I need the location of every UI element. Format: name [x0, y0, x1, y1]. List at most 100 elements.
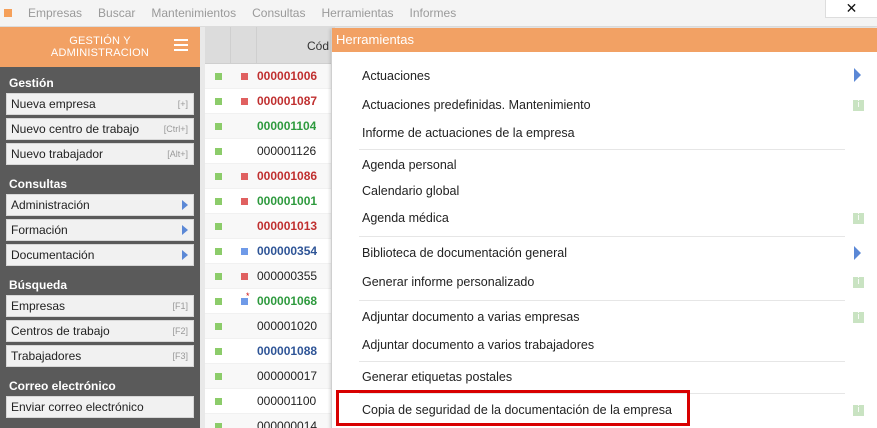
menu-item-generar-informe[interactable]: Generar informe personalizado — [362, 275, 534, 289]
sidebar-item-nuevo-centro[interactable]: Nuevo centro de trabajo [Ctrl+] — [6, 118, 194, 140]
sidebar-item-label: Documentación — [11, 248, 95, 262]
sidebar-item-buscar-centros[interactable]: Centros de trabajo [F2] — [6, 320, 194, 342]
column-header-status[interactable] — [205, 27, 231, 63]
chevron-right-icon — [182, 200, 188, 210]
info-icon[interactable]: i — [853, 312, 864, 323]
divider — [359, 300, 845, 301]
submenu-arrow-icon — [854, 68, 861, 82]
status-square-icon — [214, 397, 222, 405]
table-row[interactable]: 000000014 — [205, 414, 335, 428]
flag-square-icon — [240, 97, 248, 105]
menu-item-adjuntar-empresas[interactable]: Adjuntar documento a varias empresas — [362, 310, 579, 324]
table-row[interactable]: 000001088 — [205, 339, 335, 364]
menu-item-etiquetas-postales[interactable]: Generar etiquetas postales — [362, 370, 512, 384]
menu-mantenimientos[interactable]: Mantenimientos — [151, 6, 236, 20]
table-row[interactable]: 000001001 — [205, 189, 335, 214]
divider — [359, 149, 845, 150]
sidebar-item-administracion[interactable]: Administración — [6, 194, 194, 216]
status-square-icon — [214, 322, 222, 330]
column-header-code[interactable]: Cód — [257, 27, 335, 63]
flag-cell — [231, 72, 257, 80]
status-square-icon — [214, 422, 222, 428]
sidebar-item-buscar-empresas[interactable]: Empresas [F1] — [6, 295, 194, 317]
dropdown-title: Herramientas — [332, 28, 877, 52]
status-cell — [205, 347, 231, 355]
status-square-icon — [214, 122, 222, 130]
sidebar-item-label: Centros de trabajo — [11, 324, 110, 338]
company-code: 000001086 — [257, 169, 318, 183]
table-row[interactable]: 000001013 — [205, 214, 335, 239]
info-icon[interactable]: i — [853, 277, 864, 288]
submenu-arrow-icon — [854, 246, 861, 260]
table-row[interactable]: 000000355 — [205, 264, 335, 289]
menu-item-agenda-medica[interactable]: Agenda médica — [362, 211, 449, 225]
menu-item-agenda-personal[interactable]: Agenda personal — [362, 158, 457, 172]
info-icon[interactable]: i — [853, 100, 864, 111]
info-icon[interactable]: i — [853, 213, 864, 224]
menu-item-actuaciones[interactable]: Actuaciones — [362, 69, 430, 83]
menu-herramientas[interactable]: Herramientas — [321, 6, 393, 20]
sidebar-item-formacion[interactable]: Formación — [6, 219, 194, 241]
company-code: 000001013 — [257, 219, 318, 233]
shortcut-hint: [F1] — [172, 301, 188, 311]
menu-informes[interactable]: Informes — [410, 6, 457, 20]
table-row[interactable]: 000001086 — [205, 164, 335, 189]
close-icon[interactable]: ✕ — [825, 0, 877, 18]
column-header-flag[interactable] — [231, 27, 257, 63]
table-row[interactable]: 000000354 — [205, 239, 335, 264]
table-row[interactable]: 000001006 — [205, 64, 335, 89]
menu-buscar[interactable]: Buscar — [98, 6, 135, 20]
menu-item-informe-actuaciones[interactable]: Informe de actuaciones de la empresa — [362, 126, 575, 140]
sidebar-item-label: Nuevo centro de trabajo — [11, 122, 140, 136]
menu-consultas[interactable]: Consultas — [252, 6, 305, 20]
table-row[interactable]: 000001020 — [205, 314, 335, 339]
table-header: Cód — [205, 27, 335, 64]
status-square-icon — [214, 347, 222, 355]
section-correo: Correo electrónico — [9, 379, 116, 393]
flag-square-icon — [240, 197, 248, 205]
status-square-icon — [214, 372, 222, 380]
hamburger-menu-icon[interactable] — [174, 39, 188, 51]
table-row[interactable]: 000001126 — [205, 139, 335, 164]
status-square-icon — [214, 97, 222, 105]
status-cell — [205, 397, 231, 405]
sidebar-item-label: Enviar correo electrónico — [11, 400, 144, 414]
company-code: 000001006 — [257, 69, 318, 83]
table-row[interactable]: 000001104 — [205, 114, 335, 139]
chevron-right-icon — [182, 225, 188, 235]
section-busqueda: Búsqueda — [9, 278, 68, 292]
flag-cell — [231, 272, 257, 280]
sidebar-item-buscar-trabajadores[interactable]: Trabajadores [F3] — [6, 345, 194, 367]
table-row[interactable]: * 000001068 — [205, 289, 335, 314]
menu-item-biblioteca-documentacion[interactable]: Biblioteca de documentación general — [362, 246, 567, 260]
status-cell — [205, 147, 231, 155]
sidebar-item-nueva-empresa[interactable]: Nueva empresa [+] — [6, 93, 194, 115]
menu-empresas[interactable]: Empresas — [28, 6, 82, 20]
status-cell — [205, 172, 231, 180]
table-row[interactable]: 000000017 — [205, 364, 335, 389]
sidebar-title-line2: ADMINISTRACION — [50, 47, 150, 59]
company-code: 000001088 — [257, 344, 318, 358]
shortcut-hint: [F2] — [172, 326, 188, 336]
status-cell — [205, 372, 231, 380]
status-cell — [205, 247, 231, 255]
highlight-box — [336, 390, 690, 426]
sidebar-item-enviar-correo[interactable]: Enviar correo electrónico — [6, 396, 194, 418]
table-row[interactable]: 000001087 — [205, 89, 335, 114]
flag-cell — [231, 197, 257, 205]
shortcut-hint: [+] — [177, 99, 188, 109]
companies-table: Cód 000001006 000001087 000001104 000001126… — [205, 27, 335, 428]
status-square-icon — [214, 297, 222, 305]
menu-item-adjuntar-trabajadores[interactable]: Adjuntar documento a varios trabajadores — [362, 338, 594, 352]
sidebar-item-nuevo-trabajador[interactable]: Nuevo trabajador [Alt+] — [6, 143, 194, 165]
info-icon[interactable]: i — [853, 405, 864, 416]
sidebar: GESTIÓN Y ADMINISTRACION Gestión Nueva e… — [0, 27, 200, 428]
company-code: 000001001 — [257, 194, 318, 208]
table-row[interactable]: 000001100 — [205, 389, 335, 414]
menu-item-calendario-global[interactable]: Calendario global — [362, 184, 459, 198]
sidebar-item-label: Trabajadores — [11, 349, 82, 363]
sidebar-item-label: Empresas — [11, 299, 66, 313]
sidebar-item-documentacion[interactable]: Documentación — [6, 244, 194, 266]
company-code: 000001104 — [257, 119, 317, 133]
menu-item-actuaciones-predefinidas[interactable]: Actuaciones predefinidas. Mantenimiento — [362, 98, 591, 112]
